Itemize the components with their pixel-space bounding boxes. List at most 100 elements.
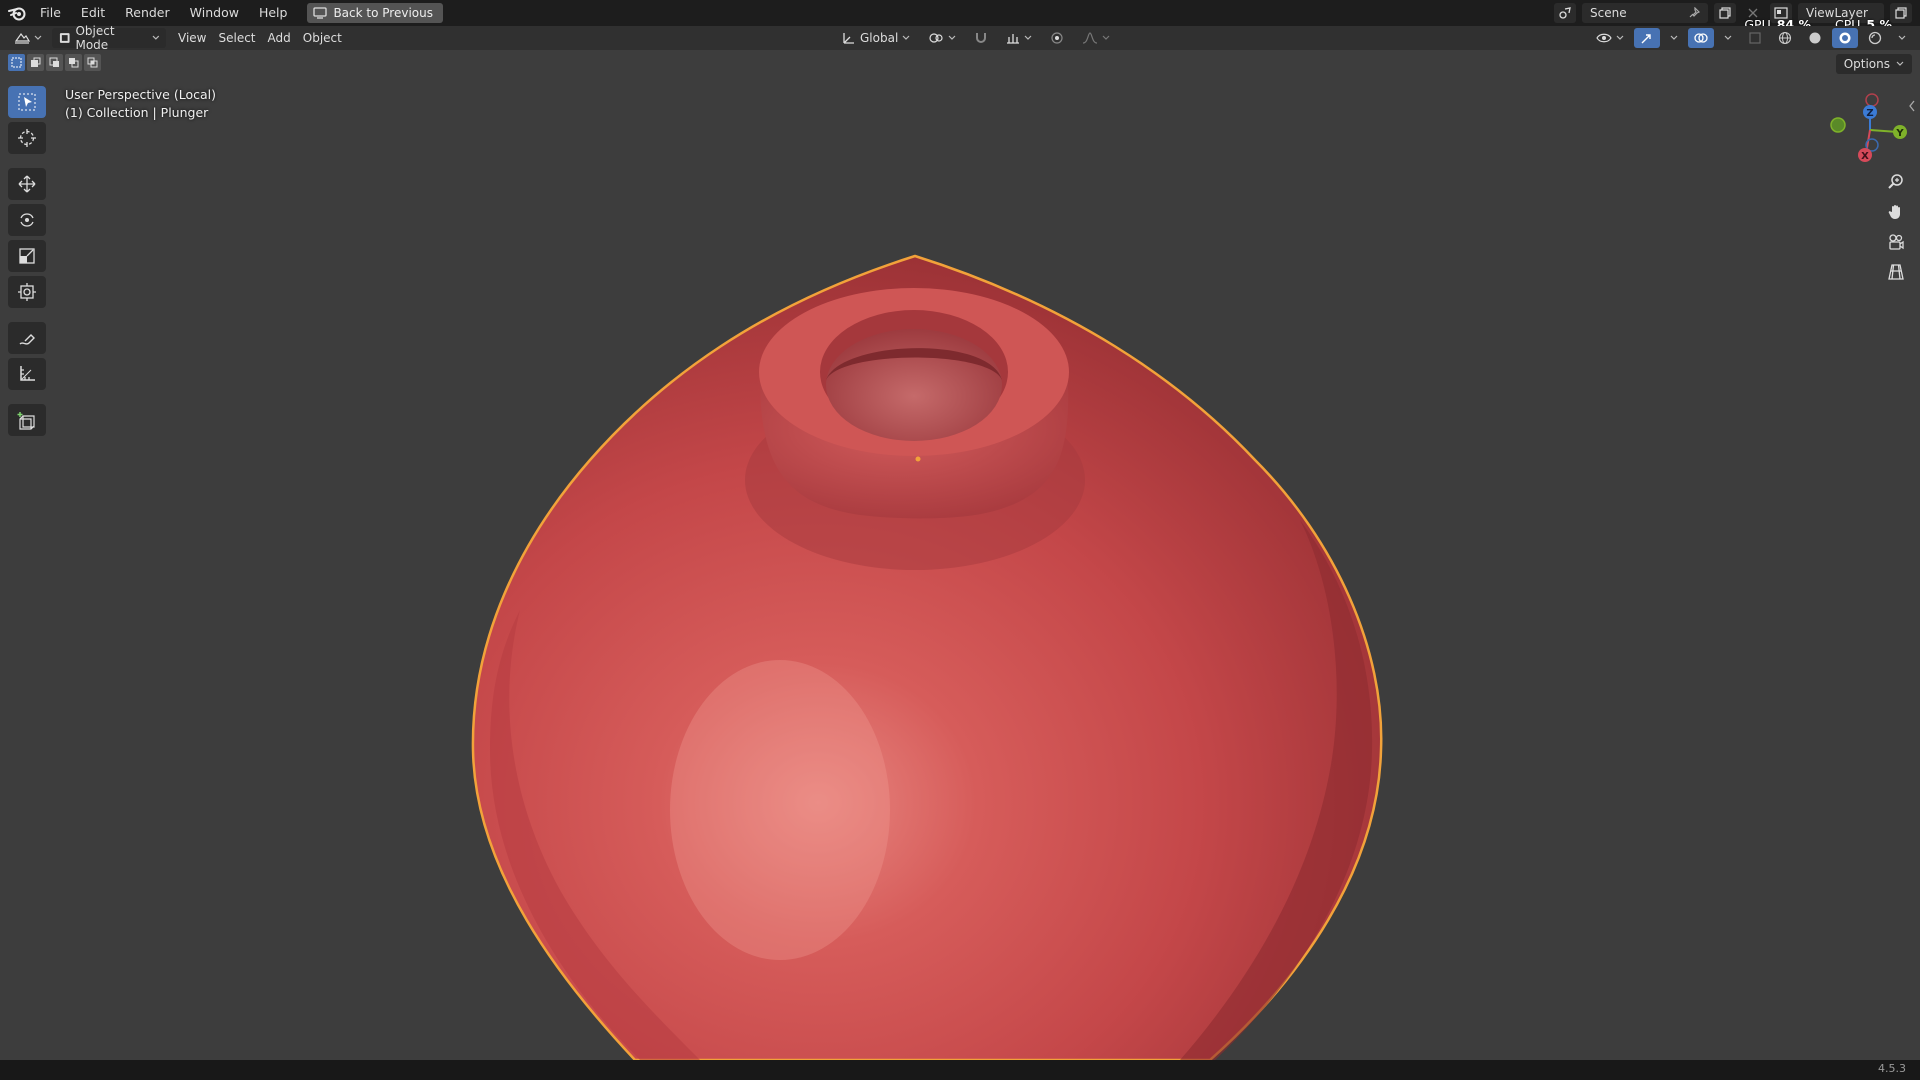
material-sphere-icon [1839,32,1851,44]
snap-target-dropdown[interactable] [1000,28,1038,48]
menu-add[interactable]: Add [262,28,297,48]
shading-wireframe[interactable] [1772,28,1798,48]
add-cube-icon [17,412,35,430]
menu-select[interactable]: Select [212,28,261,48]
tool-annotate[interactable] [8,322,46,354]
tool-move[interactable] [8,168,46,200]
magnet-icon [976,33,987,43]
chevron-down-icon [1670,35,1678,40]
transform-orientation-dropdown[interactable]: Global [836,28,916,48]
options-dropdown[interactable]: Options [1835,54,1912,74]
wireframe-sphere-icon [1778,31,1792,45]
select-subtract-icon [49,57,59,67]
xray-icon [1749,32,1761,44]
3d-cursor-icon [18,129,36,147]
gizmo-neg-y-icon[interactable] [1830,117,1846,133]
chevron-down-icon [948,35,956,40]
editor-type-button[interactable] [8,28,48,48]
camera-view-button[interactable] [1882,230,1910,254]
menu-help[interactable]: Help [249,2,298,24]
tool-measure[interactable] [8,358,46,390]
visibility-dropdown[interactable] [1590,28,1630,48]
select-intersect-button[interactable] [84,54,101,71]
tool-rotate[interactable] [8,204,46,236]
transform-tools: Global [836,28,1116,48]
falloff-dropdown[interactable] [1076,28,1116,48]
transform-icon [18,283,36,301]
back-to-previous-button[interactable]: Back to Previous [307,3,443,23]
tool-scale[interactable] [8,240,46,272]
navigation-gizmo[interactable]: Z Y X [1818,88,1918,168]
gizmo-dropdown[interactable] [1664,28,1684,48]
object-mode-icon [59,33,70,43]
view-perspective-label: User Perspective (Local) [65,87,216,102]
top-bar: File Edit Render Window Help Back to Pre… [0,0,1920,26]
gizmo-x-label: X [1861,151,1869,162]
pivot-point-dropdown[interactable] [922,28,962,48]
object-mode-dropdown[interactable]: Object Mode [52,24,166,52]
new-view-layer-icon[interactable] [1890,3,1912,23]
sidebar-toggle-icon[interactable] [1908,100,1916,115]
rotate-icon [20,213,34,227]
new-scene-icon[interactable] [1714,3,1736,23]
tool-select-box[interactable] [8,86,46,118]
shading-rendered[interactable] [1862,28,1888,48]
xray-toggle[interactable] [1742,28,1768,48]
select-invert-icon [69,58,79,68]
measure-ruler-icon [20,366,35,381]
select-intersect-icon [87,57,98,68]
plunger-hole [826,329,1002,441]
zoom-button[interactable] [1882,170,1910,194]
select-new-button[interactable] [8,54,25,71]
chevron-down-icon [1102,35,1110,40]
gizmo-icon [1641,34,1651,44]
shading-material-preview[interactable] [1832,28,1858,48]
gizmo-neg-x-icon[interactable] [1865,93,1879,107]
active-object-label: (1) Collection | Plunger [65,105,209,120]
select-subtract-button[interactable] [46,54,63,71]
back-to-previous-label: Back to Previous [333,6,433,20]
chevron-down-icon [902,35,910,40]
tool-cursor[interactable] [8,122,46,154]
proportional-edit-icon [1051,32,1063,44]
menu-render[interactable]: Render [115,2,180,24]
menu-object[interactable]: Object [297,28,348,48]
gizmo-toggle[interactable] [1634,28,1660,48]
scene-name: Scene [1590,6,1627,20]
plunger-highlight [670,660,890,960]
tool-shelf [8,86,48,436]
tool-transform[interactable] [8,276,46,308]
menu-file[interactable]: File [30,2,71,24]
zoom-magnifier-icon [1888,174,1903,189]
chevron-down-icon [1898,35,1906,40]
menu-view[interactable]: View [172,28,212,48]
blender-logo-icon[interactable] [4,0,30,26]
gizmo-y-label: Y [1895,128,1904,139]
proportional-edit-toggle[interactable] [1044,28,1070,48]
select-extend-icon [31,57,41,67]
3d-viewport-icon [14,32,30,44]
pan-button[interactable] [1882,200,1910,224]
move-arrows-icon [18,175,36,193]
scene-selector-icon[interactable] [1554,3,1576,23]
eye-icon [1596,33,1612,43]
object-origin-point [915,456,921,462]
perspective-toggle-button[interactable] [1882,260,1910,284]
orientation-icon [843,33,854,44]
shading-solid[interactable] [1802,28,1828,48]
shading-dropdown[interactable] [1892,28,1912,48]
pin-icon[interactable] [1688,7,1700,19]
chevron-down-icon [1616,35,1624,40]
plunger-object[interactable] [0,50,1920,1060]
select-extend-button[interactable] [27,54,44,71]
menu-window[interactable]: Window [180,2,249,24]
object-mode-label: Object Mode [75,24,115,52]
status-bar: 4.5.3 [0,1060,1920,1080]
snap-toggle[interactable] [968,28,994,48]
overlays-toggle[interactable] [1688,28,1714,48]
overlays-dropdown[interactable] [1718,28,1738,48]
scene-name-field[interactable]: Scene [1582,3,1708,23]
tool-add-cube[interactable] [8,404,46,436]
select-invert-button[interactable] [65,54,82,71]
menu-edit[interactable]: Edit [71,2,115,24]
